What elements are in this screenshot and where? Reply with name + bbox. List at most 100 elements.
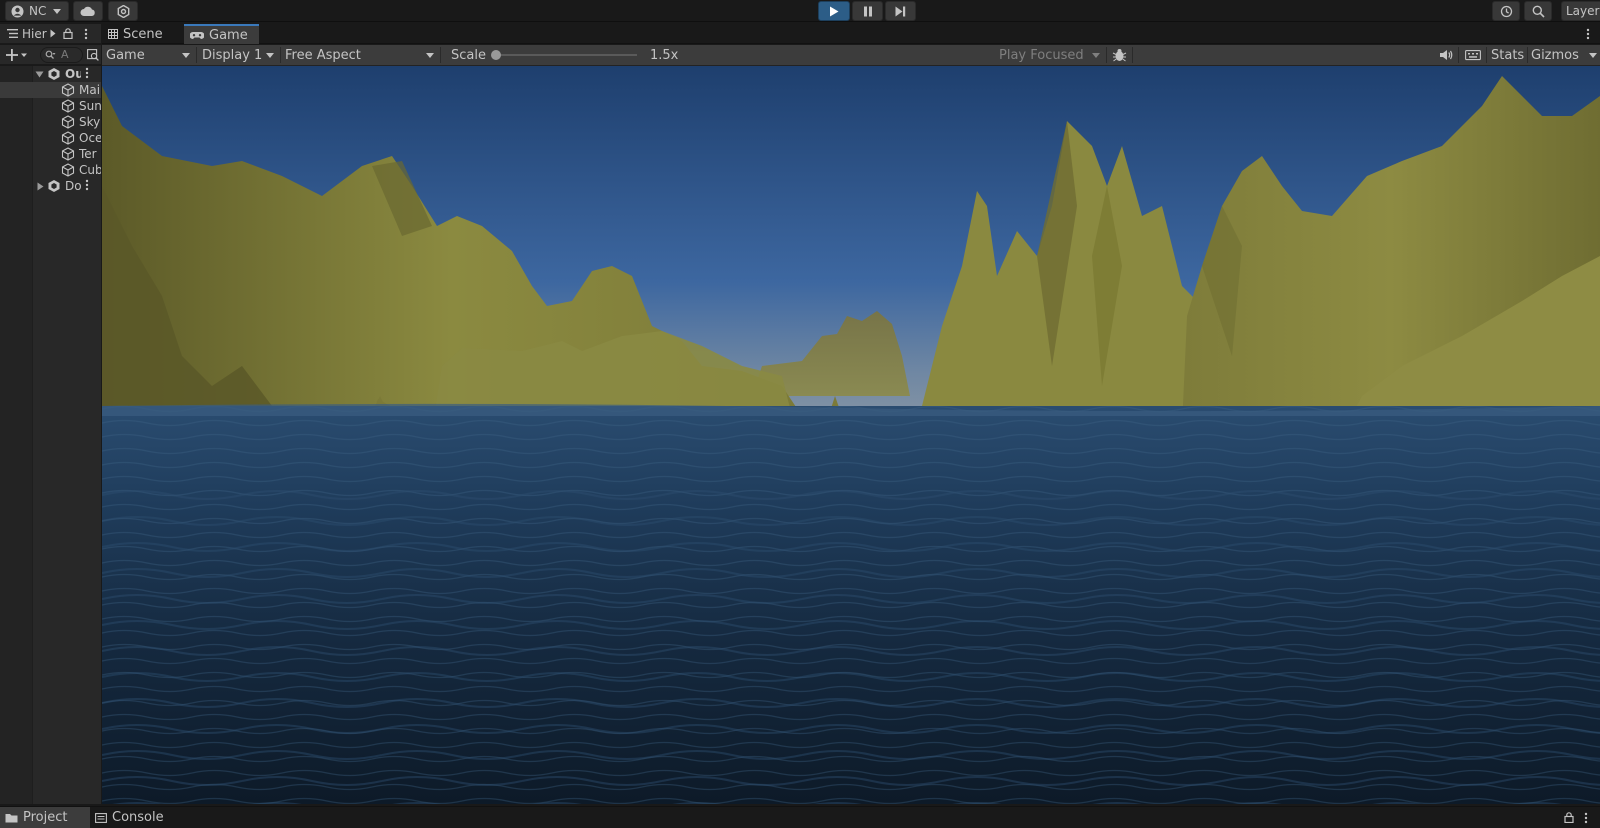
- scale-slider-track[interactable]: [493, 54, 637, 56]
- toolbar-separator: [280, 47, 281, 63]
- bug-icon[interactable]: [1112, 48, 1127, 62]
- pause-icon: [863, 6, 873, 17]
- step-button[interactable]: [885, 1, 916, 21]
- folder-icon: [5, 813, 18, 823]
- game-view-toolbar: Game Display 1 Free Aspect Scale 1.5x Pl…: [102, 45, 1600, 66]
- hierarchy-item-row[interactable]: Oce: [0, 130, 101, 146]
- more-options-icon[interactable]: [85, 179, 93, 193]
- hierarchy-item-label: Sky: [79, 115, 101, 129]
- chevron-down-icon: [426, 53, 434, 58]
- hierarchy-tree: Ou Mai Sun Sky Oce Ter Cub Do: [0, 66, 101, 804]
- pause-button[interactable]: [852, 1, 883, 21]
- scale-label-text: Scale: [451, 47, 486, 63]
- gameobject-cube-icon: [61, 147, 75, 161]
- collapse-arrow-icon[interactable]: [35, 181, 45, 191]
- tab-game[interactable]: Game: [184, 24, 259, 44]
- tab-scene[interactable]: Scene: [102, 24, 182, 44]
- unity-scene-icon: [47, 179, 61, 193]
- gameobject-cube-icon: [61, 83, 75, 97]
- tab-console[interactable]: Console: [90, 807, 170, 828]
- hierarchy-item-row[interactable]: Sun: [0, 98, 101, 114]
- hierarchy-list-icon: [7, 29, 18, 38]
- hierarchy-item-label: Oce: [79, 131, 101, 145]
- tab-console-label: Console: [112, 810, 164, 825]
- gizmos-dropdown[interactable]: Gizmos: [1531, 45, 1597, 65]
- more-options-icon[interactable]: [84, 28, 88, 40]
- hierarchy-tab-bar: Hier: [0, 24, 101, 44]
- add-object-button[interactable]: [6, 48, 28, 62]
- gameobject-cube-icon: [61, 163, 75, 177]
- game-render: [102, 66, 1600, 804]
- cloud-button[interactable]: [73, 1, 103, 21]
- cloud-icon: [80, 6, 96, 17]
- more-options-icon[interactable]: [85, 67, 93, 81]
- aspect-label: Free Aspect: [285, 47, 361, 63]
- search-placeholder: A: [61, 48, 69, 61]
- lock-icon[interactable]: [63, 28, 73, 39]
- hierarchy-scene-row[interactable]: Do: [0, 178, 101, 194]
- hierarchy-item-row[interactable]: Cub: [0, 162, 101, 178]
- toolbar-separator: [440, 47, 441, 63]
- tab-game-label: Game: [209, 27, 248, 43]
- aspect-dropdown[interactable]: Free Aspect: [284, 45, 438, 65]
- layers-dropdown[interactable]: Layers: [1561, 1, 1600, 21]
- services-button[interactable]: [108, 1, 138, 21]
- chevron-down-icon: [1092, 53, 1100, 58]
- scale-value: 1.5x: [650, 45, 678, 65]
- scale-value-text: 1.5x: [650, 47, 679, 63]
- audio-mute-icon[interactable]: [1439, 49, 1453, 61]
- history-icon: [1500, 5, 1513, 18]
- hierarchy-item-row[interactable]: Mai: [0, 82, 101, 98]
- search-input[interactable]: A: [40, 47, 83, 63]
- scale-slider-thumb[interactable]: [491, 50, 501, 60]
- more-options-icon[interactable]: [1584, 812, 1588, 824]
- gamepad-icon: [190, 31, 204, 40]
- hierarchy-item-label: Mai: [79, 83, 101, 97]
- hierarchy-item-label: Do: [65, 179, 81, 193]
- bottom-tab-bar: Project Console: [0, 806, 1600, 828]
- unity-scene-icon: [47, 67, 61, 81]
- account-icon: [11, 5, 24, 18]
- search-button[interactable]: [1524, 1, 1552, 21]
- tab-hierarchy[interactable]: Hier: [22, 27, 47, 41]
- toolbar-separator: [1527, 47, 1528, 63]
- lock-icon[interactable]: [1564, 812, 1574, 823]
- tab-project-label: Project: [23, 810, 68, 825]
- chevron-right-icon[interactable]: [50, 29, 56, 38]
- hierarchy-item-label: Sun: [79, 99, 101, 113]
- main-toolbar: NC Layers: [0, 0, 1600, 22]
- search-by-type-icon[interactable]: [87, 49, 99, 61]
- more-options-icon[interactable]: [1586, 28, 1590, 40]
- hierarchy-scene-row[interactable]: Ou: [0, 66, 101, 82]
- view-mode-label: Game: [106, 47, 145, 63]
- console-icon: [95, 812, 107, 823]
- account-label: NC: [29, 4, 47, 18]
- hierarchy-item-label: Cub: [79, 163, 101, 177]
- hierarchy-item-label: Ter: [79, 147, 97, 161]
- expand-arrow-icon[interactable]: [34, 69, 44, 79]
- tab-scene-label: Scene: [123, 26, 163, 42]
- chevron-down-icon: [53, 8, 62, 14]
- stats-button[interactable]: Stats: [1491, 45, 1524, 65]
- hierarchy-item-row[interactable]: Sky: [0, 114, 101, 130]
- tab-project[interactable]: Project: [0, 807, 90, 828]
- hierarchy-item-row[interactable]: Ter: [0, 146, 101, 162]
- toolbar-separator: [1106, 47, 1107, 63]
- scale-label: Scale: [451, 45, 486, 65]
- undo-history-button[interactable]: [1492, 1, 1520, 21]
- view-mode-dropdown[interactable]: Game: [106, 45, 194, 65]
- keyboard-icon[interactable]: [1465, 49, 1481, 61]
- gizmos-label: Gizmos: [1531, 47, 1579, 63]
- toolbar-separator: [1132, 47, 1133, 63]
- account-dropdown[interactable]: NC: [5, 1, 69, 21]
- play-mode-label: Play Focused: [999, 47, 1084, 63]
- toolbar-separator: [1486, 47, 1487, 63]
- game-viewport[interactable]: [102, 66, 1600, 804]
- play-icon: [829, 6, 839, 17]
- hierarchy-toolbar: A: [0, 45, 101, 65]
- search-icon: [45, 50, 56, 60]
- toolbar-separator: [1458, 47, 1459, 63]
- play-button[interactable]: [818, 1, 850, 21]
- display-dropdown[interactable]: Display 1: [200, 45, 278, 65]
- play-mode-dropdown[interactable]: Play Focused: [996, 45, 1104, 65]
